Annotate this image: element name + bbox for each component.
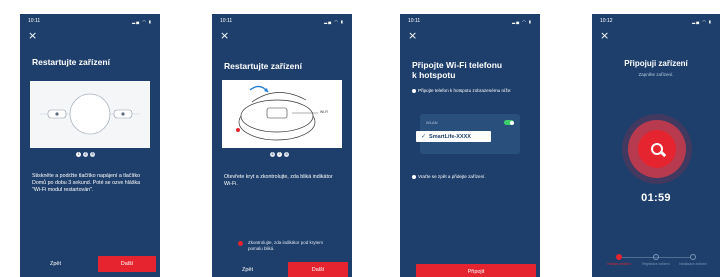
title-line-2: k hotspotu bbox=[412, 70, 456, 81]
step-init-device: Inicializace zařízení bbox=[676, 254, 710, 266]
connect-button[interactable]: Připojit bbox=[416, 264, 536, 277]
step-indicator bbox=[653, 254, 659, 260]
pagination-dots[interactable]: 1 2 3 bbox=[76, 152, 95, 157]
instruction-text: Připojte telefon k hotspotu zobrazenému … bbox=[418, 88, 512, 93]
page-dot[interactable]: 3 bbox=[90, 152, 95, 157]
instruction-text: Vraťte se zpět a přidejte zařízení. bbox=[418, 174, 486, 179]
step-label: Hledání zařízení bbox=[607, 262, 631, 266]
screen-restart-1: 10:11 ▂▄ ◠ ▮ × Restartujte zařízení 1 2 … bbox=[20, 14, 160, 277]
signal-wifi-battery-icon: ▂▄ ◠ ▮ bbox=[692, 18, 712, 24]
led-check-note: Zkontrolujte, zda indikátor pod krytem p… bbox=[248, 240, 324, 251]
page-subtitle: Zapněte zařízení. bbox=[638, 72, 674, 77]
check-icon: ✓ bbox=[421, 133, 427, 140]
page-dot[interactable]: 1 bbox=[76, 152, 81, 157]
next-button[interactable]: Další bbox=[98, 256, 156, 272]
robot-top-view-image bbox=[30, 81, 150, 148]
device-illustration: Wi-Fi bbox=[222, 80, 342, 148]
status-bar: 10:12 ▂▄ ◠ ▮ bbox=[592, 14, 720, 28]
back-button[interactable]: Zpět bbox=[28, 256, 83, 272]
step-label: Registrace zařízení bbox=[642, 262, 670, 266]
status-bar: 10:11 ▂▄ ◠ ▮ bbox=[212, 14, 352, 28]
next-button[interactable]: Další bbox=[288, 262, 348, 277]
status-bar: 10:11 ▂▄ ◠ ▮ bbox=[400, 14, 540, 28]
return-instruction: Vraťte se zpět a přidejte zařízení. bbox=[412, 174, 528, 180]
search-progress-ring bbox=[628, 120, 686, 178]
status-time: 10:11 bbox=[220, 18, 233, 24]
close-icon[interactable]: × bbox=[408, 30, 417, 41]
page-title: Připojuji zařízení bbox=[624, 59, 688, 68]
close-icon[interactable]: × bbox=[600, 30, 609, 41]
pagination-dots[interactable]: 1 2 3 bbox=[270, 152, 289, 157]
page-dot[interactable]: 2 bbox=[277, 152, 282, 157]
search-icon bbox=[651, 143, 663, 155]
step-search-device: Hledání zařízení bbox=[602, 254, 636, 266]
wlan-toggle bbox=[504, 120, 514, 125]
led-indicator-icon bbox=[238, 241, 243, 246]
step-label: Inicializace zařízení bbox=[679, 262, 707, 266]
status-time: 10:11 bbox=[28, 18, 41, 24]
step-register-device: Registrace zařízení bbox=[639, 254, 673, 266]
page-dot[interactable]: 1 bbox=[270, 152, 275, 157]
page-title: Restartujte zařízení bbox=[32, 57, 110, 67]
search-button bbox=[638, 130, 676, 168]
wifi-indicator-label: Wi-Fi bbox=[320, 110, 329, 114]
hotspot-network-item: ✓ SmartLife-XXXX bbox=[416, 131, 491, 142]
page-title: Připojte Wi-Fi telefonu k hotspotu bbox=[412, 60, 502, 80]
screen-hotspot: 10:11 ▂▄ ◠ ▮ × Připojte Wi-Fi telefonu k… bbox=[400, 14, 540, 277]
wlan-label: WLAN bbox=[426, 120, 438, 125]
close-icon[interactable]: × bbox=[28, 30, 37, 41]
instruction-text: Otevřete kryt a zkontrolujte, zda bliká … bbox=[224, 174, 333, 188]
progress-steps: Hledání zařízení Registrace zařízení Ini… bbox=[602, 254, 710, 274]
close-icon[interactable]: × bbox=[220, 30, 229, 41]
step-indicator bbox=[690, 254, 696, 260]
robot-open-cover-image bbox=[222, 80, 342, 148]
countdown-timer: 01:59 bbox=[641, 192, 671, 204]
signal-wifi-battery-icon: ▂▄ ◠ ▮ bbox=[132, 18, 152, 24]
signal-wifi-battery-icon: ▂▄ ◠ ▮ bbox=[324, 18, 344, 24]
screen-restart-2: 10:11 ▂▄ ◠ ▮ × Restartujte zařízení Wi-F… bbox=[212, 14, 352, 277]
page-title: Restartujte zařízení bbox=[224, 61, 302, 71]
title-line-1: Připojte Wi-Fi telefonu bbox=[412, 60, 503, 70]
network-name: SmartLife-XXXX bbox=[429, 133, 471, 140]
status-time: 10:12 bbox=[600, 18, 613, 24]
hotspot-instruction: Připojte telefon k hotspotu zobrazenému … bbox=[412, 88, 528, 94]
instruction-text: Stiskněte a podržte tlačítko napájení a … bbox=[32, 173, 141, 194]
bullet-icon bbox=[412, 174, 416, 179]
signal-wifi-battery-icon: ▂▄ ◠ ▮ bbox=[512, 18, 532, 24]
step-indicator bbox=[616, 254, 622, 260]
bullet-icon bbox=[412, 88, 416, 93]
back-button[interactable]: Zpět bbox=[220, 262, 275, 277]
status-time: 10:11 bbox=[408, 18, 421, 24]
page-dot[interactable]: 3 bbox=[284, 152, 289, 157]
page-dot[interactable]: 2 bbox=[83, 152, 88, 157]
status-bar: 10:11 ▂▄ ◠ ▮ bbox=[20, 14, 160, 28]
device-illustration bbox=[30, 81, 150, 148]
screen-connecting: 10:12 ▂▄ ◠ ▮ × Připojuji zařízení Zapnět… bbox=[592, 14, 720, 277]
